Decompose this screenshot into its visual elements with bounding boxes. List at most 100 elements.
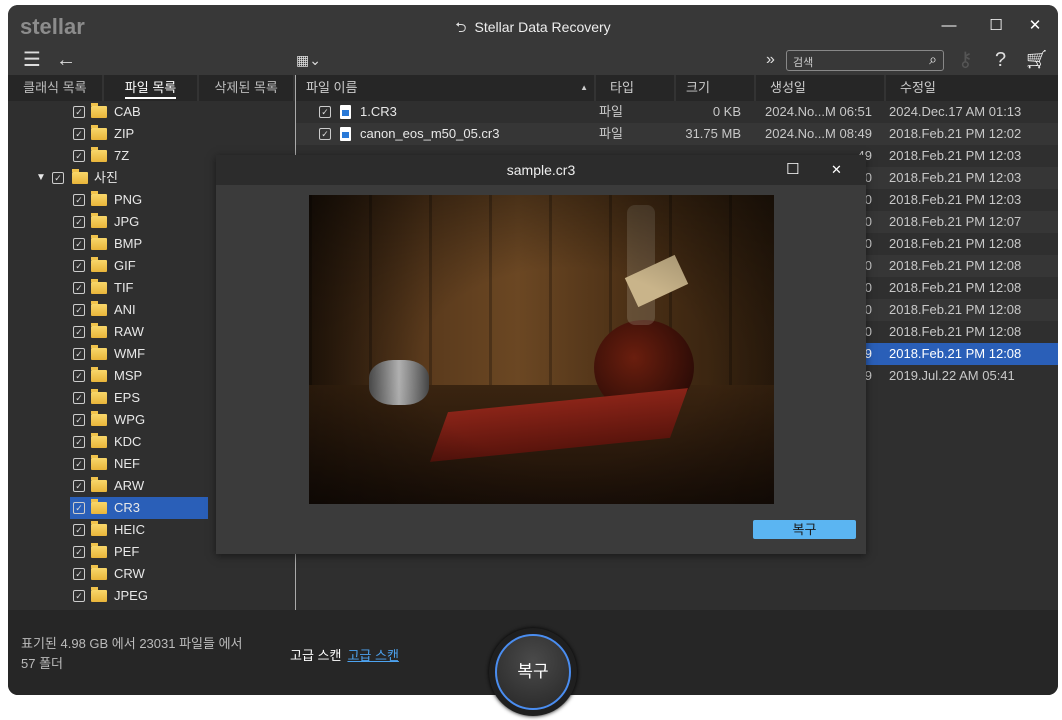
checkbox[interactable]: ✓ [73,370,85,382]
view-toggle-icon[interactable]: ▦⌄ [296,47,321,73]
checkbox[interactable]: ✓ [73,150,85,162]
folder-icon [91,367,107,382]
preview-dialog: sample.cr3 ☐ ✕ 복구 [216,155,866,554]
checkbox[interactable]: ✓ [73,524,85,536]
checkbox[interactable]: ✓ [52,172,64,184]
tree-item-label: CAB [114,104,141,119]
key-icon[interactable]: ⚷ [958,47,973,73]
tab-deleted-list[interactable]: 삭제된 목록 [199,75,296,101]
preview-maximize-button[interactable]: ☐ [786,157,799,183]
file-name: canon_eos_m50_05.cr3 [360,126,500,141]
search-input[interactable]: 검색 ⌕ [786,50,944,71]
back-arrow-icon[interactable]: ← [56,47,76,73]
scan-summary: 표기된 4.98 GB 에서 23031 파일들 에서 57 폴더 [21,636,243,671]
checkbox[interactable]: ✓ [319,128,331,140]
checkbox[interactable]: ✓ [73,238,85,250]
checkbox[interactable]: ✓ [73,458,85,470]
minimize-button[interactable]: — [934,13,964,39]
checkbox[interactable]: ✓ [73,348,85,360]
menu-icon[interactable]: ☰ [23,47,41,73]
checkbox[interactable]: ✓ [73,304,85,316]
tree-item[interactable]: ✓ JPEG [8,585,295,607]
tree-item-label: WMF [114,346,146,361]
modified-date: 2024.Dec.17 AM 01:13 [889,104,1022,119]
checkbox[interactable]: ✓ [73,480,85,492]
tree-item-label: BMP [114,236,143,251]
tab-file-list[interactable]: 파일 목록 [104,75,200,101]
folder-icon [91,587,107,602]
column-header-size[interactable]: 크기 [676,75,756,101]
tree-item-label: ZIP [114,126,135,141]
folder-icon [91,257,107,272]
checkbox[interactable]: ✓ [73,128,85,140]
checkbox[interactable]: ✓ [73,282,85,294]
modified-date: 2018.Feb.21 PM 12:08 [889,280,1022,295]
folder-icon [91,565,107,580]
tree-item[interactable]: ✓ ZIP [8,123,295,145]
checkbox[interactable]: ✓ [73,260,85,272]
table-row[interactable]: ✓ 1.CR3 파일 0 KB 2024.No...M 06:51 2024.Dec.17… [296,101,1058,123]
column-header-type[interactable]: 타입 [596,75,676,101]
checkbox[interactable]: ✓ [73,392,85,404]
folder-icon [91,455,107,470]
deep-scan-link[interactable]: 고급 스캔 [347,648,398,663]
tab-classic-list[interactable]: 클래식 목록 [8,75,104,101]
search-icon[interactable]: ⌕ [929,51,937,68]
checkbox[interactable]: ✓ [319,106,331,118]
checkbox[interactable]: ✓ [73,106,85,118]
close-button[interactable]: ✕ [1020,13,1050,39]
table-row[interactable]: ✓ canon_eos_m50_05.cr3 파일 31.75 MB 2024.No..… [296,123,1058,145]
modified-date: 2018.Feb.21 PM 12:08 [889,236,1022,251]
checkbox[interactable]: ✓ [73,194,85,206]
tree-item[interactable]: ✓ CR3 [70,497,208,519]
file-name: 1.CR3 [360,104,397,119]
modified-date: 2018.Feb.21 PM 12:08 [889,302,1022,317]
column-header-name[interactable]: 파일 이름 ▲ [296,75,596,101]
checkbox[interactable]: ✓ [73,436,85,448]
checkbox[interactable]: ✓ [73,326,85,338]
help-icon[interactable]: ? [995,47,1006,73]
tree-item[interactable]: ✓ CRW [8,563,295,585]
tree-item[interactable]: ✓ CAB [8,101,295,123]
checkbox[interactable]: ✓ [73,502,85,514]
modified-date: 2018.Feb.21 PM 12:02 [889,126,1022,141]
column-header-modified[interactable]: 수정일 [886,75,1058,101]
folder-icon [91,103,107,118]
app-window: stellar ⮌ Stellar Data Recovery — ☐ ✕ ☰ ←… [8,5,1058,695]
tree-item-label: KDC [114,434,142,449]
tree-item-label: MSP [114,368,143,383]
checkbox[interactable]: ✓ [73,590,85,602]
modified-date: 2018.Feb.21 PM 12:03 [889,170,1022,185]
preview-close-button[interactable]: ✕ [831,157,842,183]
maximize-button[interactable]: ☐ [981,13,1011,39]
title-bar: stellar ⮌ Stellar Data Recovery — ☐ ✕ [8,5,1058,45]
cart-icon[interactable]: 🛒 [1026,47,1047,73]
tree-item-label: JPEG [114,588,148,603]
tree-item-label: 사진 [94,170,118,185]
image-file-icon [340,127,351,141]
folder-icon [91,345,107,360]
checkbox[interactable]: ✓ [73,414,85,426]
folder-icon [91,213,107,228]
expand-arrow-icon[interactable]: ▼ [36,167,46,189]
image-file-icon [340,105,351,119]
checkbox[interactable]: ✓ [73,546,85,558]
folder-icon [91,235,107,250]
preview-image [309,195,774,504]
tree-item-label: GIF [114,258,136,273]
checkbox[interactable]: ✓ [73,568,85,580]
folder-icon [91,389,107,404]
expand-icon[interactable]: » [766,47,775,73]
app-title: Stellar Data Recovery [474,19,611,35]
modified-date: 2018.Feb.21 PM 12:08 [889,324,1022,339]
tree-item-label: HEIC [114,522,146,537]
tree-item-label: TIF [114,280,134,295]
tree-item-label: ARW [114,478,145,493]
folder-icon [91,411,107,426]
folder-icon [91,147,107,162]
column-header-created[interactable]: 생성일 [756,75,886,101]
checkbox[interactable]: ✓ [73,216,85,228]
preview-recover-button[interactable]: 복구 [753,520,856,539]
recover-button[interactable]: 복구 [489,628,577,716]
window-title: ⮌ Stellar Data Recovery [8,17,1058,41]
